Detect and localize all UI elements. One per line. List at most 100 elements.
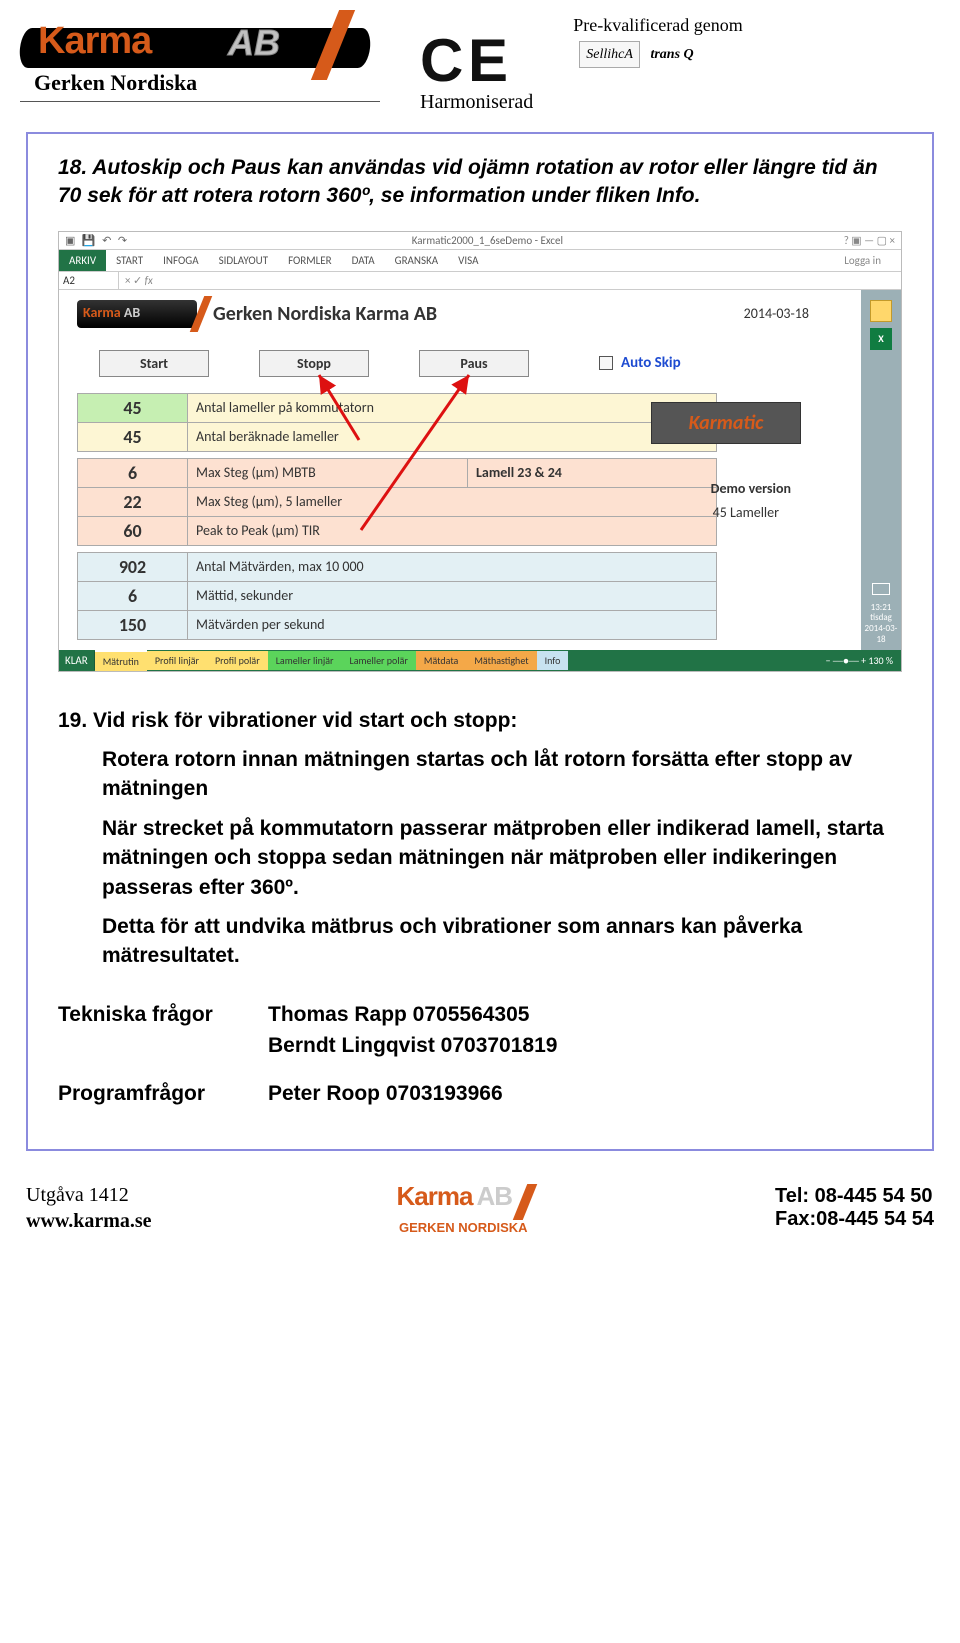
ribbon-tab[interactable]: INFOGA (153, 250, 208, 271)
ribbon-tab[interactable]: GRANSKA (385, 250, 449, 271)
cell-label: Antal Mätvärden, max 10 000 (188, 552, 717, 581)
pause-button[interactable]: Paus (419, 350, 529, 377)
transq-badge: trans Q (650, 47, 693, 62)
ribbon-tabs: ARKIV START INFOGA SIDLAYOUT FORMLER DAT… (59, 250, 901, 271)
stop-button[interactable]: Stopp (259, 350, 369, 377)
tech-contact-2: Berndt Lingqvist 0703701819 (268, 1030, 557, 1062)
content-frame: 18. Autoskip och Paus kan användas vid o… (26, 132, 934, 1151)
instruction-19-title: 19. Vid risk för vibrationer vid start o… (58, 706, 902, 735)
lameller-label: 45 Lameller (713, 504, 779, 521)
auto-skip-label: Auto Skip (621, 354, 681, 372)
logo-slash-icon (513, 1184, 538, 1220)
checkbox-icon[interactable] (599, 356, 613, 370)
prequal-block: Pre-kvalificerad genom SellihcA trans Q (573, 12, 742, 70)
sheet-tabs: KLAR Mätrutin Profil linjär Profil polär… (59, 650, 901, 671)
demo-label: Demo version (711, 480, 791, 497)
cell-value: 902 (78, 552, 188, 581)
sheet-date: 2014-03-18 (744, 305, 809, 322)
zoom-label[interactable]: − ──●── + 130 % (818, 652, 901, 669)
measurement-table-2: 6 Max Steg (µm) MBTB Lamell 23 & 24 22 M… (77, 458, 717, 546)
edition-label: Utgåva 1412 (26, 1182, 152, 1208)
company-logo: Karma AB Gerken Nordiska (20, 12, 380, 102)
website-label: www.karma.se (26, 1208, 152, 1234)
excel-app-icon[interactable]: X (870, 328, 892, 350)
excel-titlebar: ▣ 💾 ↶ ↷ Karmatic2000_1_6seDemo - Excel ?… (59, 232, 901, 250)
cell-label: Max Steg (µm) MBTB (188, 458, 468, 487)
sheet-tab[interactable]: Lameller polär (342, 651, 416, 670)
cell-value: 6 (78, 581, 188, 610)
footer-left: Utgåva 1412 www.karma.se (26, 1182, 152, 1234)
cell-label: Antal beräknade lameller (188, 422, 717, 451)
page-footer: Utgåva 1412 www.karma.se Karma AB GERKEN… (0, 1151, 960, 1252)
ribbon-file[interactable]: ARKIV (59, 250, 106, 271)
excel-screenshot: ▣ 💾 ↶ ↷ Karmatic2000_1_6seDemo - Excel ?… (58, 231, 902, 672)
status-label: KLAR (59, 651, 95, 670)
fx-icon: × ✓ fx (119, 274, 159, 287)
ribbon-tab[interactable]: SIDLAYOUT (209, 250, 278, 271)
sheet-tab[interactable]: Profil polär (207, 651, 268, 670)
ce-mark-icon: C E (420, 26, 533, 95)
formula-bar: A2 × ✓ fx (59, 271, 901, 290)
taskbar-side: X 13:21 tisdag 2014-03-18 (861, 290, 901, 650)
measurement-table-3: 902 Antal Mätvärden, max 10 000 6 Mättid… (77, 552, 717, 640)
sheet-tab[interactable]: Mäthastighet (466, 651, 536, 670)
instruction-18: 18. Autoskip och Paus kan användas vid o… (58, 154, 902, 211)
auto-skip-checkbox[interactable]: Auto Skip (599, 354, 681, 372)
sheet-tab[interactable]: Mätrutin (95, 650, 147, 671)
folder-icon[interactable] (870, 300, 892, 322)
cell-value: 6 (78, 458, 188, 487)
cell-extra: Lamell 23 & 24 (468, 458, 717, 487)
sheet-tab[interactable]: Profil linjär (147, 651, 207, 670)
sheet-tab[interactable]: Mätdata (416, 651, 466, 670)
sheet-tab[interactable]: Lameller linjär (268, 651, 342, 670)
cell-label: Max Steg (µm), 5 lameller (188, 487, 717, 516)
mini-logo: Karma AB (77, 300, 197, 328)
program-questions-label: Programfrågor (58, 1078, 268, 1110)
cell-label: Mättid, sekunder (188, 581, 717, 610)
tech-contact-1: Thomas Rapp 0705564305 (268, 999, 557, 1031)
formula-input[interactable] (159, 278, 901, 282)
instruction-19-p3: Detta för att undvika mätbrus och vibrat… (102, 912, 902, 971)
fax-label: Fax:08-445 54 54 (775, 1208, 934, 1231)
prequal-label: Pre-kvalificerad genom (573, 12, 742, 39)
footer-right: Tel: 08-445 54 50 Fax:08-445 54 54 (775, 1185, 934, 1231)
ce-block: C E Harmoniserad (420, 12, 533, 114)
contacts-block: Tekniska frågor Thomas Rapp 0705564305 B… (58, 999, 902, 1110)
login-label[interactable]: Logga in (834, 250, 891, 271)
sheet-tab[interactable]: Info (537, 651, 569, 670)
system-clock: 13:21 tisdag 2014-03-18 (861, 603, 901, 646)
measurement-table: 45 Antal lameller på kommutatorn 45 Anta… (77, 393, 717, 452)
harmonized-label: Harmoniserad (420, 91, 533, 114)
name-box[interactable]: A2 (59, 272, 119, 289)
logo-ab: AB (228, 22, 280, 64)
sellihca-badge: SellihcA (579, 41, 640, 68)
cell-value: 150 (78, 610, 188, 639)
page-header: Karma AB Gerken Nordiska C E Harmonisera… (0, 0, 960, 122)
cell-label: Mätvärden per sekund (188, 610, 717, 639)
cell-label: Peak to Peak (µm) TIR (188, 516, 717, 545)
keyboard-icon[interactable] (872, 583, 890, 595)
cell-value: 45 (78, 422, 188, 451)
excel-title: Karmatic2000_1_6seDemo - Excel (412, 234, 563, 247)
instruction-19-p2: När strecket på kommutatorn passerar mät… (102, 814, 902, 902)
start-button[interactable]: Start (99, 350, 209, 377)
excel-icon: ▣ (65, 234, 75, 247)
save-icon: 💾 (82, 234, 96, 247)
instruction-19-p1: Rotera rotorn innan mätningen startas oc… (102, 745, 902, 804)
footer-logo-sub: GERKEN NORDISKA (397, 1220, 531, 1235)
cell-value: 45 (78, 393, 188, 422)
karmatic-badge: Karmatic (651, 402, 801, 444)
ribbon-tab[interactable]: VISA (448, 250, 488, 271)
undo-icon: ↶ (102, 234, 111, 247)
sheet-main: Karma AB Gerken Nordiska Karma AB 2014-0… (59, 290, 861, 650)
footer-logo: Karma AB GERKEN NORDISKA (397, 1181, 531, 1234)
quick-access-toolbar: ▣ 💾 ↶ ↷ (65, 234, 131, 247)
ribbon-tab[interactable]: START (106, 250, 153, 271)
logo-subtitle: Gerken Nordiska (34, 70, 197, 96)
program-contact: Peter Roop 0703193966 (268, 1078, 503, 1110)
ribbon-tab[interactable]: FORMLER (278, 250, 342, 271)
cell-value: 22 (78, 487, 188, 516)
ribbon-tab[interactable]: DATA (342, 250, 385, 271)
redo-icon: ↷ (118, 234, 127, 247)
sheet-company-title: Gerken Nordiska Karma AB (213, 302, 437, 326)
